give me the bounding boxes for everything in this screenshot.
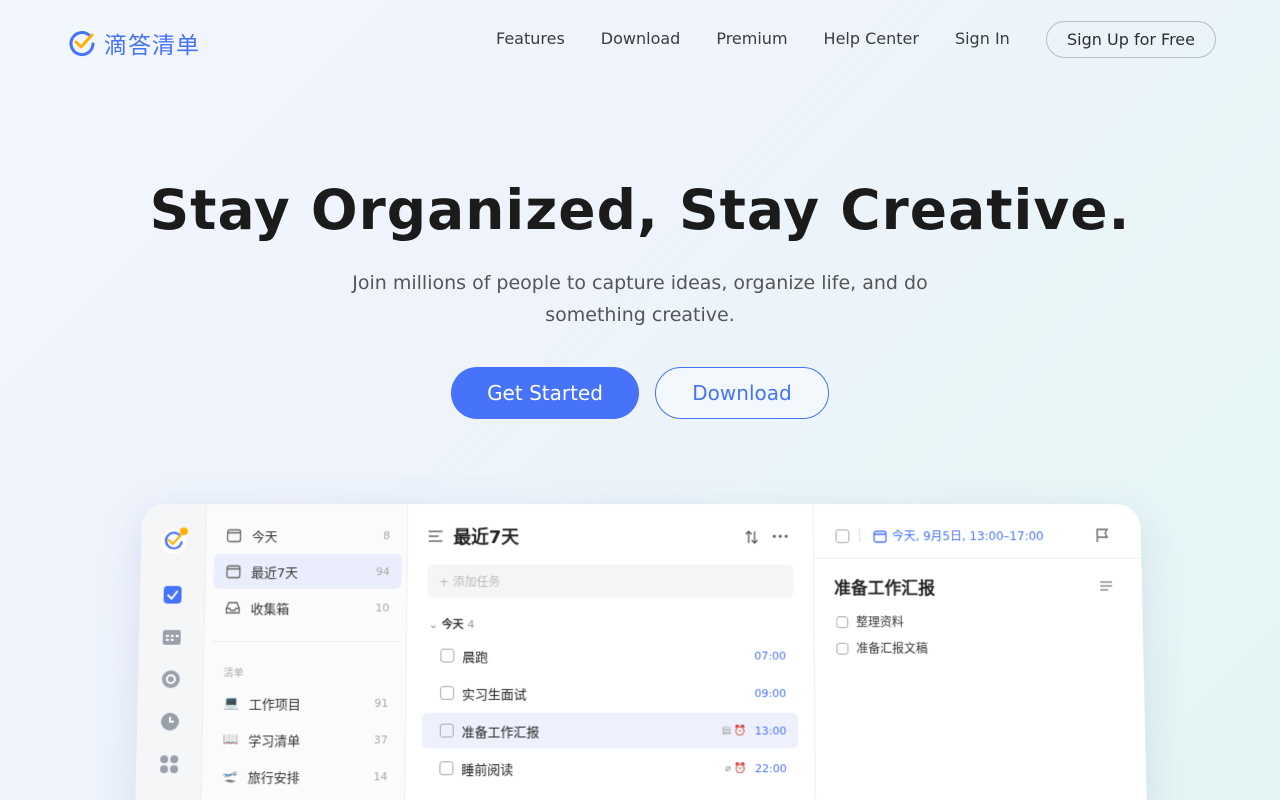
book-icon: 📖 [222,732,239,747]
attachment-alarm-icons: ⌀ ⏰ [725,762,747,774]
divider [859,528,861,543]
hero-title: Stay Organized, Stay Creative. [149,178,1131,242]
add-task-input[interactable]: + 添加任务 [427,564,794,598]
detail-title[interactable]: 准备工作汇报 [834,574,935,599]
sort-icon[interactable] [744,529,760,545]
task-row[interactable]: 实习生面试 09:00 [422,675,798,711]
group-label: 今天 [441,618,464,632]
list-label: 旅行安排 [247,770,300,786]
task-time: 09:00 [754,686,787,700]
get-started-button[interactable]: Get Started [451,367,639,419]
nav-links: Features Download Premium Help Center Si… [496,29,1046,49]
tasks-header: 最近7天 [428,524,520,549]
app-preview: 今天 8 最近7天 94 收集箱 10 清单 💻 工作项目 91 📖 学习清单 [135,504,1147,800]
task-detail-panel: 今天, 9月5日, 13:00–17:00 准备工作汇报 整理资料 准备汇报文稿 [812,504,1147,800]
check-logo-icon [69,31,95,57]
group-count: 4 [467,618,475,632]
subtask-checkbox[interactable] [836,615,849,628]
brand-name: 滴答清单 [104,33,200,59]
task-checkbox[interactable] [440,648,455,663]
task-row-selected[interactable]: 准备工作汇报 ▤ ⏰ 13:00 [421,712,799,749]
list-count: 14 [373,769,388,783]
task-time: 07:00 [754,649,786,662]
app-sidebar-rail [135,504,208,800]
lists-panel: 今天 8 最近7天 94 收集箱 10 清单 💻 工作项目 91 📖 学习清单 [201,504,409,800]
task-row[interactable]: 晨跑 07:00 [422,638,798,673]
sign-up-button[interactable]: Sign Up for Free [1046,21,1216,58]
task-checkbox[interactable] [440,686,455,700]
menu-icon[interactable] [428,529,444,543]
task-row[interactable]: 睡前阅读 ⌀ ⏰ 22:00 [421,750,798,786]
divider [212,640,401,642]
task-checkbox[interactable] [439,723,454,738]
list-count: 37 [373,733,388,746]
smart-list-inbox[interactable]: 收集箱 10 [213,590,402,625]
smart-list-label: 最近7天 [251,565,299,581]
flag-icon[interactable] [1095,527,1109,543]
list-count: 91 [374,696,389,710]
avatar-icon[interactable] [160,527,188,554]
smart-list-count: 8 [383,528,391,542]
chevron-down-icon: ⌄ [428,618,439,632]
detail-date-text: 今天, 9月5日, 13:00–17:00 [891,529,1044,544]
task-label: 晨跑 [462,650,489,665]
nav-link-help-center[interactable]: Help Center [824,29,919,49]
description-icon[interactable] [1099,580,1113,592]
calendar-icon[interactable] [161,626,183,648]
more-icon[interactable] [771,533,789,539]
task-label: 睡前阅读 [461,762,514,778]
subtask-label: 整理资料 [856,615,904,630]
tasks-title: 最近7天 [453,527,520,548]
apps-grid-icon[interactable] [158,753,180,775]
task-time: 13:00 [754,724,787,737]
focus-target-icon[interactable] [160,668,182,690]
task-list-panel: 最近7天 + 添加任务 ⌄ 今天 4 晨跑 07:00 实习生面试 09:00 … [405,504,815,800]
smart-list-next-7-days[interactable]: 最近7天 94 [213,553,402,589]
list-label: 学习清单 [248,734,301,749]
task-time: 22:00 [755,761,787,775]
subtask-label: 准备汇报文稿 [856,641,928,656]
list-item-study[interactable]: 📖 学习清单 37 [210,722,400,758]
list-item-travel[interactable]: 🛫 旅行安排 14 [209,758,399,794]
lists-section-label: 清单 [223,668,244,680]
nav-link-features[interactable]: Features [496,29,565,49]
smart-list-today[interactable]: 今天 8 [214,518,402,553]
brand-logo[interactable]: 滴答清单 [68,26,200,60]
smart-list-label: 今天 [251,529,278,545]
subtask-item[interactable]: 整理资料 [836,613,904,630]
task-group-header[interactable]: ⌄ 今天 4 [429,616,475,632]
subtask-checkbox[interactable] [836,642,849,655]
detail-toolbar: 今天, 9月5日, 13:00–17:00 [813,504,1143,559]
calendar-week-icon [225,564,241,580]
hero-subtitle: Join millions of people to capture ideas… [352,272,928,326]
top-nav: 滴答清单 Features Download Premium Help Cent… [0,0,1280,80]
nav-link-premium[interactable]: Premium [716,29,787,49]
calendar-today-icon [226,527,242,543]
detail-checkbox[interactable] [835,529,850,544]
subtask-item[interactable]: 准备汇报文稿 [836,640,928,657]
airplane-icon: 🛫 [221,768,238,784]
detail-date[interactable]: 今天, 9月5日, 13:00–17:00 [873,527,1044,544]
task-checkbox[interactable] [439,761,454,776]
clock-icon[interactable] [159,711,181,733]
task-label: 准备工作汇报 [461,725,540,740]
smart-list-count: 94 [375,564,390,578]
nav-link-download[interactable]: Download [601,29,681,49]
list-item-work[interactable]: 💻 工作项目 91 [211,685,401,721]
smart-list-count: 10 [375,601,390,614]
nav-link-sign-in[interactable]: Sign In [955,29,1010,49]
task-checkbox-icon[interactable] [162,584,184,606]
inbox-icon [225,600,241,616]
task-label: 实习生面试 [461,687,527,703]
note-alarm-icons: ▤ ⏰ [721,725,747,737]
list-label: 工作项目 [248,697,301,713]
calendar-icon [873,529,887,543]
download-button[interactable]: Download [655,367,829,419]
laptop-icon: 💻 [222,695,240,711]
smart-list-label: 收集箱 [250,602,290,617]
